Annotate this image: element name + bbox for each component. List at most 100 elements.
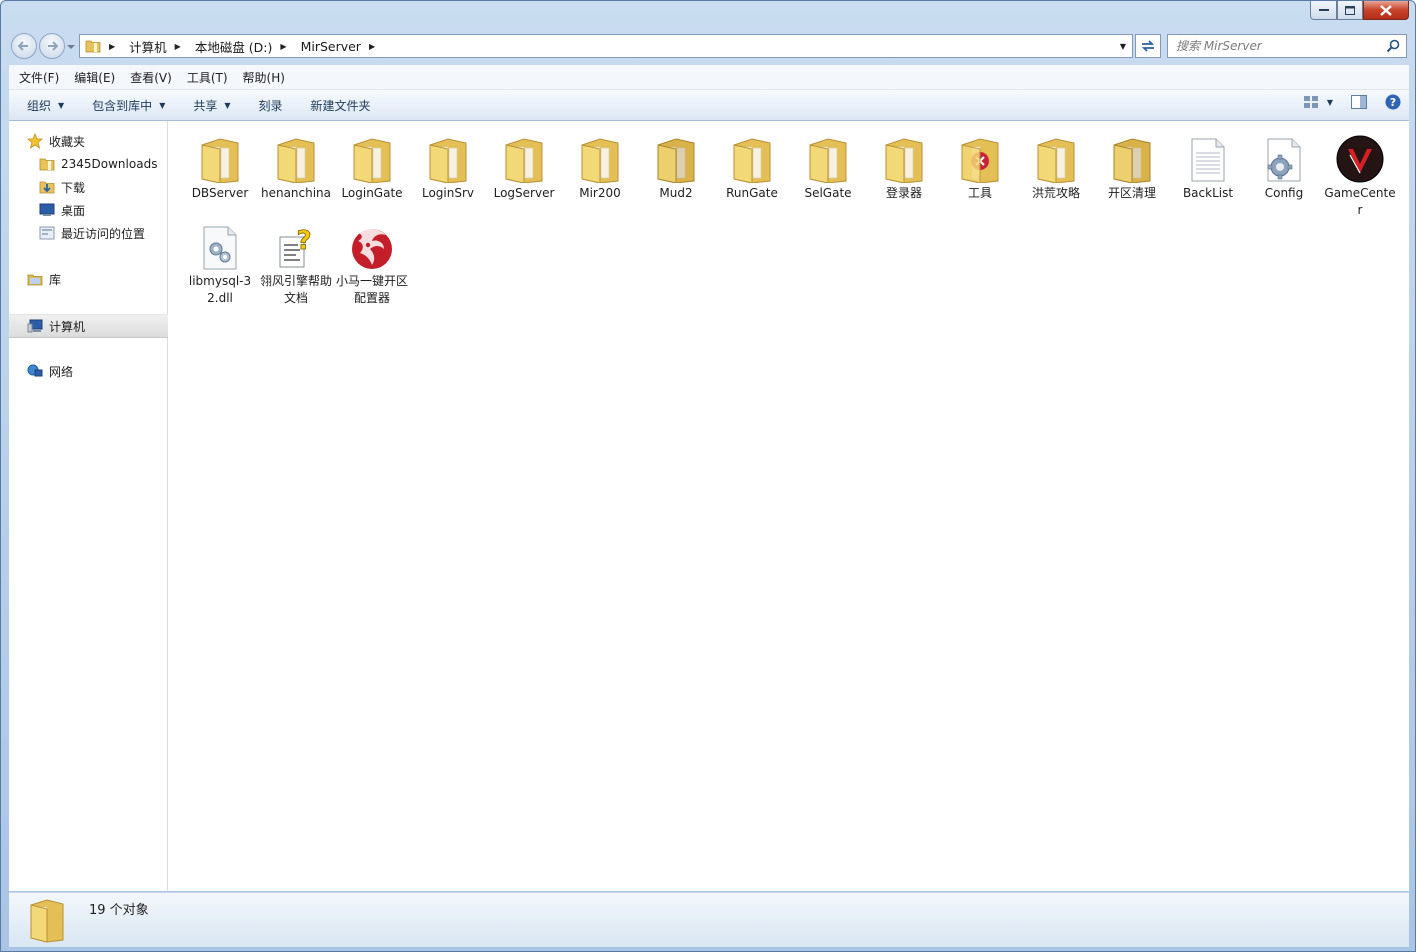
maximize-icon [1345,5,1355,15]
network-icon [27,363,43,379]
help-icon: ? [1385,94,1401,110]
folder-icon [956,133,1004,183]
star-icon [27,133,43,149]
close-button[interactable] [1363,1,1409,20]
file-item-backlist[interactable]: BackList [1170,127,1246,202]
arrow-left-icon [18,41,28,51]
folder-icon [804,133,852,183]
folder-icon [880,133,928,183]
include-in-library-button[interactable]: 包含到库中 ▼ [84,93,173,117]
folder-icon [30,899,64,943]
sidebar-item-libraries[interactable]: 库 [9,268,185,290]
folder-icon [1032,133,1080,183]
file-item-dbserver[interactable]: DBServer [182,127,258,202]
file-item-cleanup[interactable]: 开区清理 [1094,127,1170,202]
sidebar-item-network[interactable]: 网络 [9,360,185,382]
file-item-guide[interactable]: 洪荒攻略 [1018,127,1094,202]
chevron-down-icon: ▼ [159,100,166,110]
svg-text:?: ? [296,226,311,256]
menu-tools[interactable]: 工具(T) [182,69,233,86]
preview-pane-icon [1351,95,1367,109]
recent-pages-chevron-down-icon[interactable] [67,42,75,52]
chevron-down-icon: ▼ [224,100,231,110]
folder-icon [272,133,320,183]
sidebar-item-computer[interactable]: 计算机 [9,314,185,338]
downloads-folder-icon [39,179,55,195]
search-box[interactable] [1167,34,1407,58]
folder-icon [500,133,548,183]
search-input[interactable] [1174,38,1378,54]
help-file-icon: ? [272,221,320,271]
refresh-button[interactable] [1135,34,1161,58]
explorer-window: ▶ 计算机▶ 本地磁盘 (D:)▶ MirServer▶ ▼ 文件(F) 编辑(… [0,0,1416,952]
breadcrumb-computer[interactable]: 计算机 ▶ [129,37,189,56]
file-item-logingate[interactable]: LoginGate [334,127,410,202]
address-bar[interactable]: ▶ 计算机 ▶ 本地磁盘 (D:) ▶ MirServer ▶ ▼ [79,34,1133,58]
folder-icon [576,133,624,183]
folder-icon [85,40,101,53]
computer-icon [27,318,43,334]
svg-text:?: ? [1390,96,1396,109]
recent-places-icon [39,225,55,241]
burn-button[interactable]: 刻录 [251,93,291,117]
file-item-gamecenter[interactable]: GameCenter [1322,127,1398,219]
folder-icon [196,133,244,183]
folder-icon [424,133,472,183]
file-item-config[interactable]: Config [1246,127,1322,202]
back-button[interactable] [11,33,37,59]
folder-icon [39,156,55,172]
file-item-logserver[interactable]: LogServer [486,127,562,202]
forward-button[interactable] [39,33,65,59]
command-bar: 组织 ▼ 包含到库中 ▼ 共享 ▼ 刻录 新建文件夹 ▼ ? [9,90,1409,121]
maximize-button[interactable] [1337,1,1363,20]
folder-icon [652,133,700,183]
file-item-selgate[interactable]: SelGate [790,127,866,202]
file-item-help-document[interactable]: ? 翎风引擎帮助文档 [258,215,334,307]
text-file-icon [1184,133,1232,183]
file-item-rungate[interactable]: RunGate [714,127,790,202]
address-history-chevron-down-icon[interactable]: ▼ [1120,42,1126,51]
file-item-tools[interactable]: 工具 [942,127,1018,202]
desktop-icon [39,202,55,218]
menu-edit[interactable]: 编辑(E) [69,69,120,86]
file-item-config-tool[interactable]: 小马一键开区配置器 [334,215,410,307]
item-count: 19 个对象 [89,903,149,918]
menu-view[interactable]: 查看(V) [125,69,177,86]
new-folder-button[interactable]: 新建文件夹 [303,93,379,117]
folder-icon [348,133,396,183]
view-options-button[interactable]: ▼ [1303,95,1333,109]
sidebar-item-favorites[interactable]: 收藏夹 [9,130,185,152]
minimize-icon [1318,9,1329,11]
breadcrumb-local-disk[interactable]: 本地磁盘 (D:) ▶ [195,37,295,56]
menu-bar: 文件(F) 编辑(E) 查看(V) 工具(T) 帮助(H) [9,65,1409,90]
title-bar [1,1,1415,29]
file-item-mud2[interactable]: Mud2 [638,127,714,202]
chevron-down-icon: ▼ [58,100,65,110]
file-item-loginsrv[interactable]: LoginSrv [410,127,486,202]
help-button[interactable]: ? [1385,94,1401,110]
organize-button[interactable]: 组织 ▼ [19,93,72,117]
menu-help[interactable]: 帮助(H) [238,69,290,86]
search-icon[interactable] [1386,39,1400,53]
navigation-pane: 收藏夹 2345Downloads 下载 桌面 最近访问的位置 库 计算机 网络 [9,121,185,891]
file-item-libmysql-dll[interactable]: libmysql-32.dll [182,215,258,307]
refresh-icon [1141,40,1155,52]
breadcrumb-root-arrow[interactable]: ▶ [109,42,123,51]
arrow-right-icon [48,41,58,51]
view-grid-icon [1303,96,1318,108]
close-icon [1380,4,1392,16]
minimize-button[interactable] [1310,1,1337,20]
folder-icon [1108,133,1156,183]
libraries-icon [27,271,43,287]
config-file-icon [1260,133,1308,183]
file-item-henanchina[interactable]: henanchina [258,127,334,202]
file-item-mir200[interactable]: Mir200 [562,127,638,202]
folder-icon [728,133,776,183]
dragon-app-icon [348,221,396,271]
share-button[interactable]: 共享 ▼ [185,93,238,117]
preview-pane-button[interactable] [1351,95,1367,109]
breadcrumb-mirserver[interactable]: MirServer ▶ [301,39,384,54]
menu-file[interactable]: 文件(F) [14,69,64,86]
dll-file-icon [196,221,244,271]
file-item-launcher[interactable]: 登录器 [866,127,942,202]
